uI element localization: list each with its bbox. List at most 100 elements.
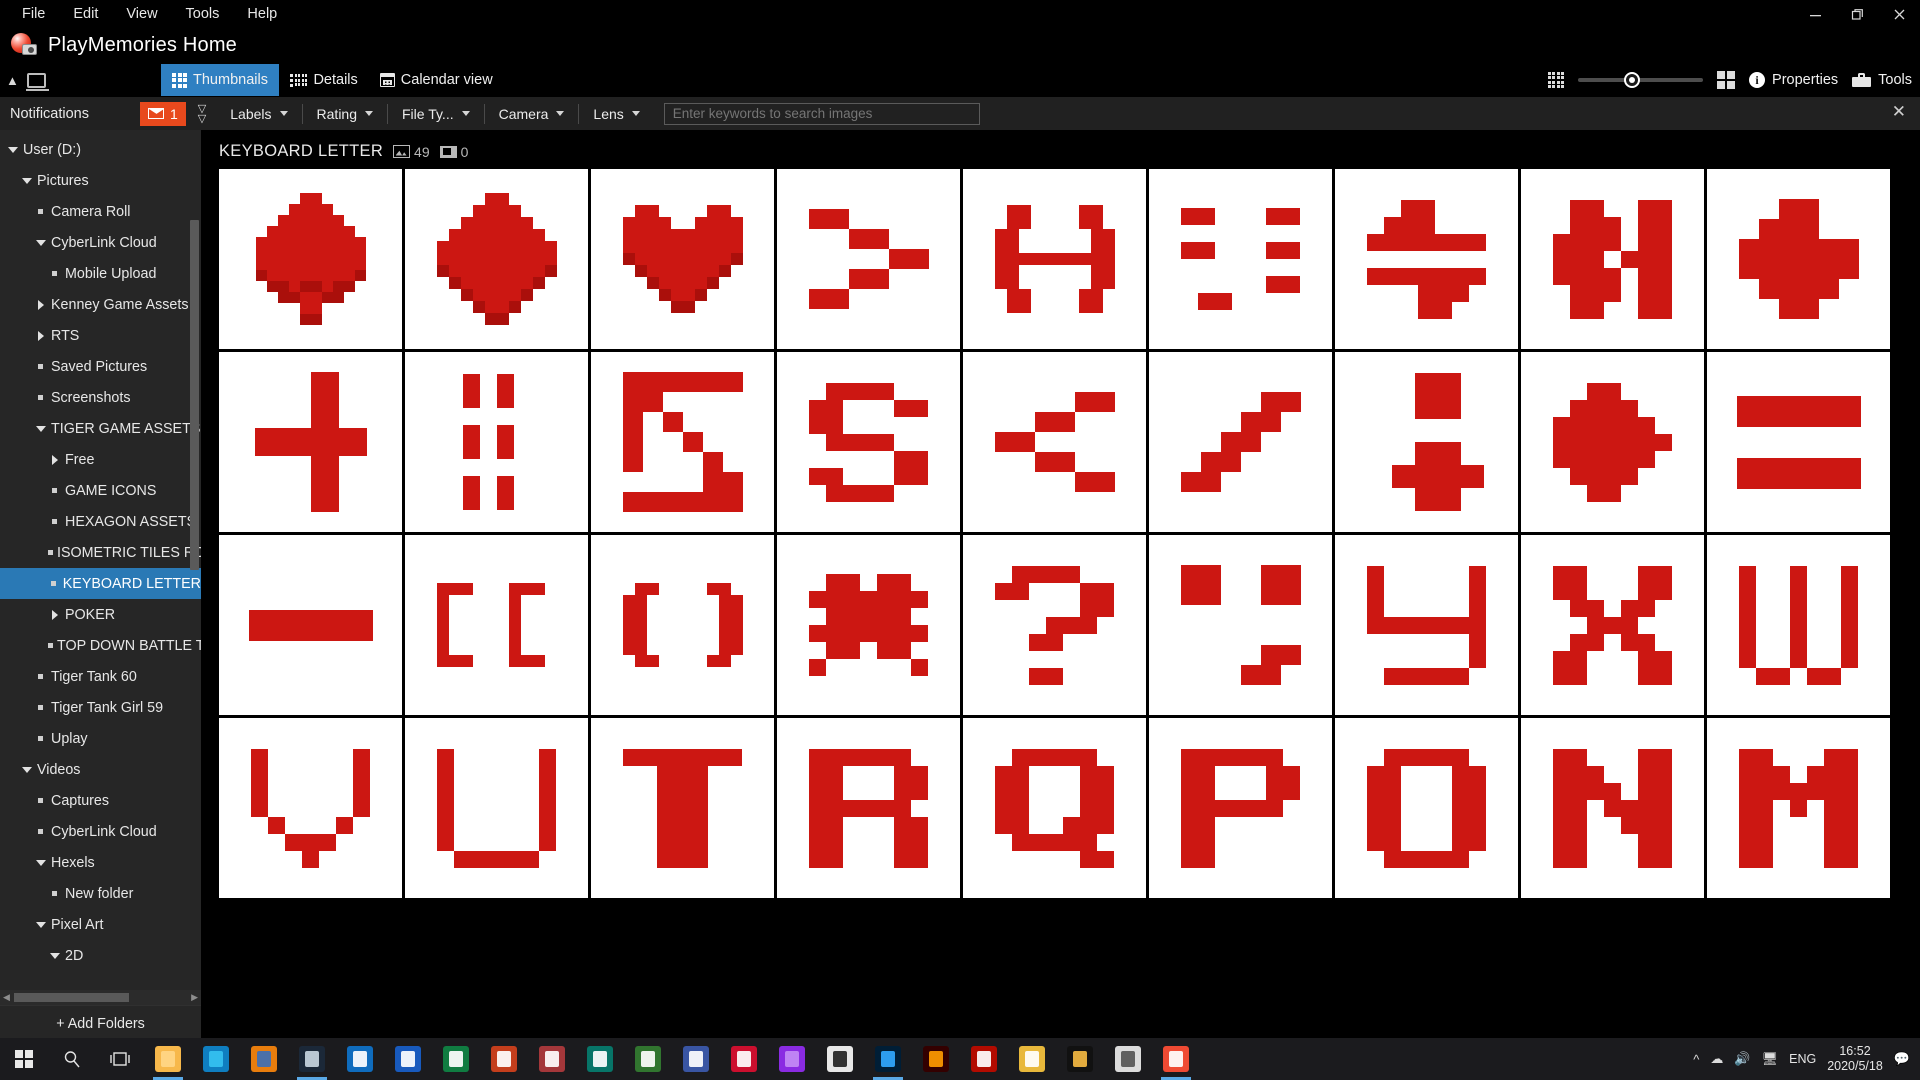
scroll-left-arrow-icon[interactable]: ◀ bbox=[3, 992, 10, 1003]
sidebar-item-isometric-tiles-roa[interactable]: ISOMETRIC TILES ROA bbox=[0, 537, 201, 568]
task-view-button[interactable] bbox=[96, 1038, 144, 1080]
thumbnail-mirrored-k-letter[interactable] bbox=[1521, 169, 1704, 349]
chevron-right-icon[interactable] bbox=[34, 331, 47, 341]
sidebar-item-top-down-battle-t[interactable]: TOP DOWN BATTLE T bbox=[0, 630, 201, 661]
sidebar-item-keyboard-letter[interactable]: KEYBOARD LETTER bbox=[0, 568, 201, 599]
sidebar-vertical-scrollbar[interactable] bbox=[190, 220, 199, 570]
filter-lens[interactable]: Lens bbox=[581, 97, 651, 131]
chevron-down-icon[interactable] bbox=[34, 860, 47, 866]
sidebar-item-user-d[interactable]: User (D:) bbox=[0, 134, 201, 165]
network-icon[interactable]: 🖥 bbox=[1762, 1051, 1779, 1067]
sidebar-item-game-icons[interactable]: GAME ICONS bbox=[0, 475, 201, 506]
properties-button[interactable]: i Properties bbox=[1749, 72, 1838, 88]
taskbar-app-digital-paper[interactable] bbox=[1104, 1038, 1152, 1080]
chevron-right-icon[interactable] bbox=[48, 610, 61, 620]
thumbnail-x-letter[interactable] bbox=[1521, 535, 1704, 715]
thumbnail-greater-than-symbol[interactable] bbox=[777, 169, 960, 349]
taskbar-app-microsoft-edge[interactable] bbox=[192, 1038, 240, 1080]
taskbar-app-media-player[interactable] bbox=[1056, 1038, 1104, 1080]
minimize-button[interactable] bbox=[1794, 0, 1836, 28]
sidebar-item-mobile-upload[interactable]: Mobile Upload bbox=[0, 258, 201, 289]
thumbnail-spade-symbol[interactable] bbox=[219, 169, 402, 349]
thumbnail-question-mark-symbol[interactable] bbox=[963, 535, 1146, 715]
bullet-icon[interactable] bbox=[34, 736, 47, 741]
taskbar-app-steam[interactable] bbox=[288, 1038, 336, 1080]
sidebar-item-free[interactable]: Free bbox=[0, 444, 201, 475]
tab-calendar-view[interactable]: Calendar view bbox=[369, 64, 504, 96]
thumbnail-p-letter[interactable] bbox=[1149, 718, 1332, 898]
thumbnail-r-letter[interactable] bbox=[777, 718, 960, 898]
filter-camera[interactable]: Camera bbox=[487, 97, 577, 131]
tools-button[interactable]: Tools bbox=[1852, 72, 1912, 88]
taskbar-app-visio[interactable] bbox=[672, 1038, 720, 1080]
bullet-icon[interactable] bbox=[48, 550, 53, 555]
thumbnail-five-digit[interactable] bbox=[591, 352, 774, 532]
sidebar-item-new-folder[interactable]: New folder bbox=[0, 878, 201, 909]
menu-item-file[interactable]: File bbox=[8, 2, 59, 26]
filter-labels[interactable]: Labels bbox=[218, 97, 299, 131]
thumbnail-slash-symbol[interactable] bbox=[1149, 352, 1332, 532]
thumbnail-minus-symbol[interactable] bbox=[219, 535, 402, 715]
start-button[interactable] bbox=[0, 1038, 48, 1080]
bullet-icon[interactable] bbox=[34, 829, 47, 834]
thumbnail-asterisk-symbol[interactable] bbox=[777, 535, 960, 715]
bullet-icon[interactable] bbox=[48, 643, 53, 648]
scroll-right-arrow-icon[interactable]: ▶ bbox=[191, 992, 198, 1003]
close-filter-bar-button[interactable]: ✕ bbox=[1892, 103, 1906, 120]
chevron-down-icon[interactable] bbox=[48, 953, 61, 959]
sidebar-item-tiger-tank-60[interactable]: Tiger Tank 60 bbox=[0, 661, 201, 692]
menu-item-help[interactable]: Help bbox=[233, 2, 291, 26]
clock[interactable]: 16:52 2020/5/18 bbox=[1827, 1044, 1883, 1074]
language-indicator[interactable]: ENG bbox=[1789, 1052, 1816, 1066]
sidebar-item-hexels[interactable]: Hexels bbox=[0, 847, 201, 878]
sidebar-item-tiger-tank-girl-59[interactable]: Tiger Tank Girl 59 bbox=[0, 692, 201, 723]
bullet-icon[interactable] bbox=[48, 519, 61, 524]
taskbar-app-access[interactable] bbox=[528, 1038, 576, 1080]
maximize-restore-button[interactable] bbox=[1836, 0, 1878, 28]
thumbnail-o-letter[interactable] bbox=[1335, 718, 1518, 898]
bullet-icon[interactable] bbox=[34, 798, 47, 803]
thumbnail-v-letter[interactable] bbox=[219, 718, 402, 898]
small-grid-icon[interactable] bbox=[1548, 72, 1565, 89]
tab-thumbnails[interactable]: Thumbnails bbox=[161, 64, 279, 96]
taskbar-app-photoshop[interactable] bbox=[864, 1038, 912, 1080]
sidebar-item-poker[interactable]: POKER bbox=[0, 599, 201, 630]
chevron-down-icon[interactable] bbox=[20, 178, 33, 184]
sidebar-item-kenney-game-assets[interactable]: Kenney Game Assets bbox=[0, 289, 201, 320]
taskbar-app-music[interactable] bbox=[1008, 1038, 1056, 1080]
search-input[interactable] bbox=[664, 103, 980, 125]
thumbnail-diamond-symbol[interactable] bbox=[405, 169, 588, 349]
bullet-icon[interactable] bbox=[34, 209, 47, 214]
show-hidden-icons-button[interactable]: ^ bbox=[1693, 1052, 1699, 1067]
notification-badge[interactable]: 1 bbox=[140, 102, 186, 126]
thumbnail-w-letter[interactable] bbox=[1707, 535, 1890, 715]
thumbnail-curly-braces-symbol[interactable] bbox=[963, 169, 1146, 349]
menu-item-edit[interactable]: Edit bbox=[59, 2, 112, 26]
thumbnail-i-dot-plus-symbol[interactable] bbox=[1335, 352, 1518, 532]
thumbnail-heart-symbol[interactable] bbox=[591, 169, 774, 349]
sidebar-item-hexagon-assets[interactable]: HEXAGON ASSETS bbox=[0, 506, 201, 537]
sidebar-item-uplay[interactable]: Uplay bbox=[0, 723, 201, 754]
sidebar-item-2d[interactable]: 2D bbox=[0, 940, 201, 971]
thumbnail-square-brackets-symbol[interactable] bbox=[405, 535, 588, 715]
thumbnail-mirrored-e-letter[interactable] bbox=[1707, 169, 1890, 349]
filter-expand-button[interactable]: ▽▽ bbox=[186, 97, 218, 131]
thumbnail-mirrored-f-letter[interactable] bbox=[1335, 169, 1518, 349]
taskbar-app-project[interactable] bbox=[624, 1038, 672, 1080]
chevron-right-icon[interactable] bbox=[34, 300, 47, 310]
thumbnail-colon-semicolon-symbol[interactable] bbox=[1149, 169, 1332, 349]
taskbar-app-illustrator[interactable] bbox=[912, 1038, 960, 1080]
taskbar-app-opera-gx[interactable] bbox=[720, 1038, 768, 1080]
sidebar-item-videos[interactable]: Videos bbox=[0, 754, 201, 785]
sidebar-item-rts[interactable]: RTS bbox=[0, 320, 201, 351]
thumbnail-equals-symbol[interactable] bbox=[1707, 352, 1890, 532]
taskbar-app-outlook[interactable] bbox=[336, 1038, 384, 1080]
volume-icon[interactable]: 🔊 bbox=[1734, 1051, 1750, 1067]
large-grid-icon[interactable] bbox=[1717, 71, 1735, 89]
sidebar-item-camera-roll[interactable]: Camera Roll bbox=[0, 196, 201, 227]
thumbnail-m-letter[interactable] bbox=[1707, 718, 1890, 898]
bullet-icon[interactable] bbox=[34, 705, 47, 710]
sidebar-item-pictures[interactable]: Pictures bbox=[0, 165, 201, 196]
sidebar-item-tiger-game-assets[interactable]: TIGER GAME ASSETS bbox=[0, 413, 201, 444]
filter-file-type[interactable]: File Ty... bbox=[390, 97, 482, 131]
